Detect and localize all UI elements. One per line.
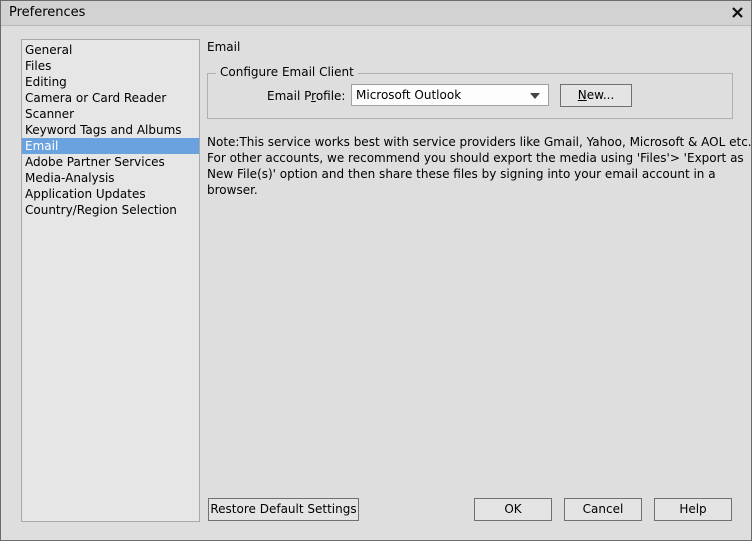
cancel-button[interactable]: Cancel (564, 498, 642, 521)
email-profile-label-start: Email P (267, 89, 312, 103)
note-line: browser. (207, 183, 258, 197)
sidebar-item-application-updates[interactable]: Application Updates (22, 186, 199, 202)
new-button-accel: N (577, 88, 587, 102)
chevron-down-icon (530, 93, 540, 99)
note-line: Note:This service works best with servic… (207, 135, 752, 149)
title-bar: Preferences (1, 1, 751, 26)
sidebar-item-email[interactable]: Email (22, 138, 199, 154)
group-legend: Configure Email Client (216, 65, 358, 79)
page-title: Email (207, 40, 241, 54)
email-profile-label-end: ofile: (315, 89, 346, 103)
email-note: Note:This service works best with servic… (207, 134, 752, 198)
email-profile-value: Microsoft Outlook (356, 88, 462, 102)
sidebar-item-adobe-partner-services[interactable]: Adobe Partner Services (22, 154, 199, 170)
sidebar-item-files[interactable]: Files (22, 58, 199, 74)
new-profile-button[interactable]: New... (560, 84, 632, 107)
sidebar-item-scanner[interactable]: Scanner (22, 106, 199, 122)
note-line: For other accounts, we recommend you sho… (207, 151, 744, 165)
sidebar-item-editing[interactable]: Editing (22, 74, 199, 90)
restore-defaults-button[interactable]: Restore Default Settings (208, 498, 359, 521)
sidebar-item-country-region[interactable]: Country/Region Selection (22, 202, 199, 218)
email-profile-label: Email Profile: (267, 89, 345, 103)
ok-button[interactable]: OK (474, 498, 552, 521)
sidebar-item-general[interactable]: General (22, 42, 199, 58)
preferences-dialog: Preferences General Files Editing Camera… (0, 0, 752, 541)
configure-email-client-group: Configure Email Client Email Profile: Mi… (207, 65, 733, 119)
note-line: New File(s)' option and then share these… (207, 167, 716, 181)
preferences-category-list[interactable]: General Files Editing Camera or Card Rea… (21, 39, 200, 522)
sidebar-item-media-analysis[interactable]: Media-Analysis (22, 170, 199, 186)
help-button[interactable]: Help (654, 498, 732, 521)
email-profile-dropdown[interactable]: Microsoft Outlook (351, 84, 549, 106)
close-button[interactable] (727, 3, 747, 23)
sidebar-item-keyword-tags-albums[interactable]: Keyword Tags and Albums (22, 122, 199, 138)
window-title: Preferences (9, 5, 86, 20)
close-icon (731, 7, 743, 18)
new-button-label: ew... (586, 88, 615, 102)
sidebar-item-camera-card-reader[interactable]: Camera or Card Reader (22, 90, 199, 106)
